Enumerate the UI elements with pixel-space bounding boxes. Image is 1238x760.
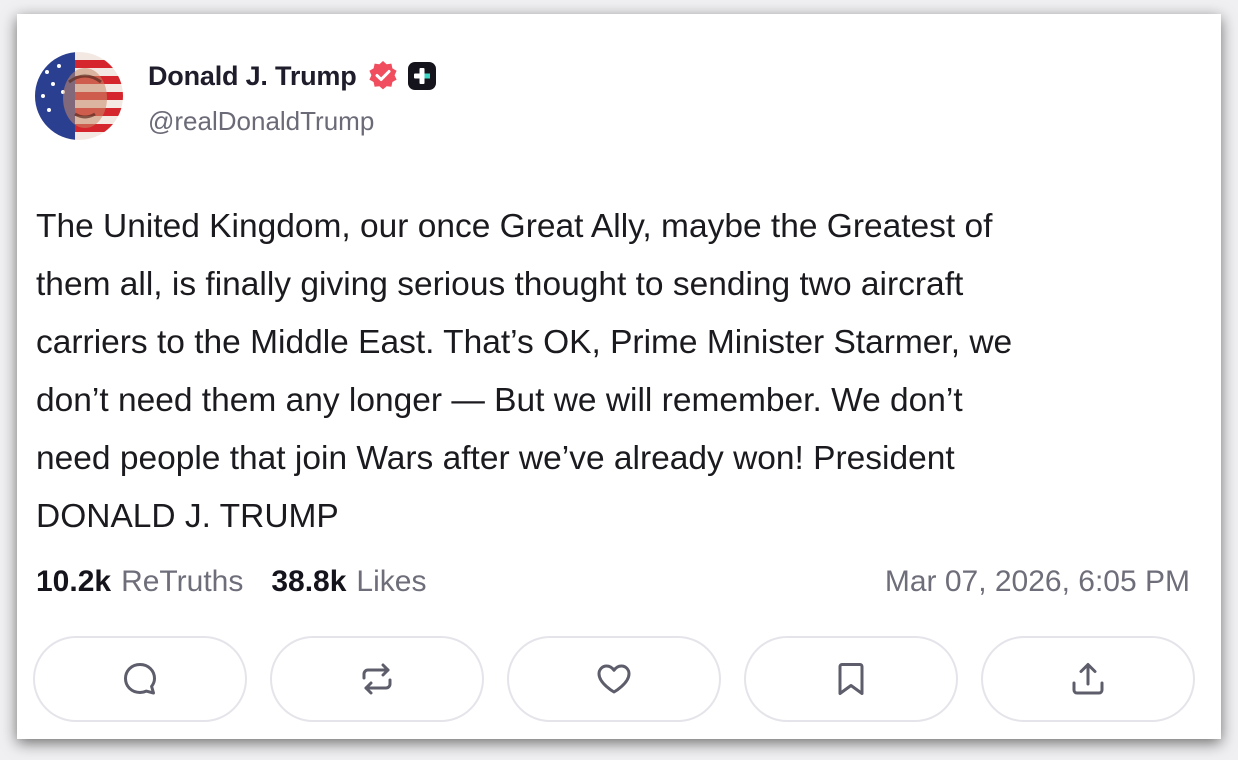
- action-bar: [33, 636, 1195, 724]
- heart-icon: [597, 664, 631, 694]
- share-icon: [1072, 663, 1104, 695]
- post-stats: 10.2k ReTruths 38.8k Likes: [36, 562, 426, 602]
- likes-count[interactable]: 38.8k: [271, 565, 346, 599]
- post-card: Donald J. Trump @realDonaldTrump The Uni…: [17, 14, 1221, 739]
- comment-button[interactable]: [33, 636, 247, 722]
- bookmark-icon: [838, 663, 864, 695]
- author-name-row: Donald J. Trump: [148, 58, 437, 94]
- author-handle[interactable]: @realDonaldTrump: [148, 106, 374, 137]
- likes-label[interactable]: Likes: [356, 565, 426, 599]
- plus-badge-icon: [407, 61, 437, 91]
- like-button[interactable]: [507, 636, 721, 722]
- bookmark-button[interactable]: [744, 636, 958, 722]
- verified-badge-icon: [367, 60, 399, 92]
- post-timestamp[interactable]: Mar 07, 2026, 6:05 PM: [885, 562, 1190, 602]
- avatar[interactable]: [35, 52, 123, 140]
- retruths-count[interactable]: 10.2k: [36, 565, 111, 599]
- avatar-image: [35, 52, 123, 140]
- retruth-icon: [362, 663, 392, 695]
- retruths-label[interactable]: ReTruths: [121, 565, 243, 599]
- retruth-button[interactable]: [270, 636, 484, 722]
- share-button[interactable]: [981, 636, 1195, 722]
- comment-icon: [124, 663, 156, 695]
- author-display-name[interactable]: Donald J. Trump: [148, 61, 357, 92]
- post-text: The United Kingdom, our once Great Ally,…: [36, 208, 1013, 535]
